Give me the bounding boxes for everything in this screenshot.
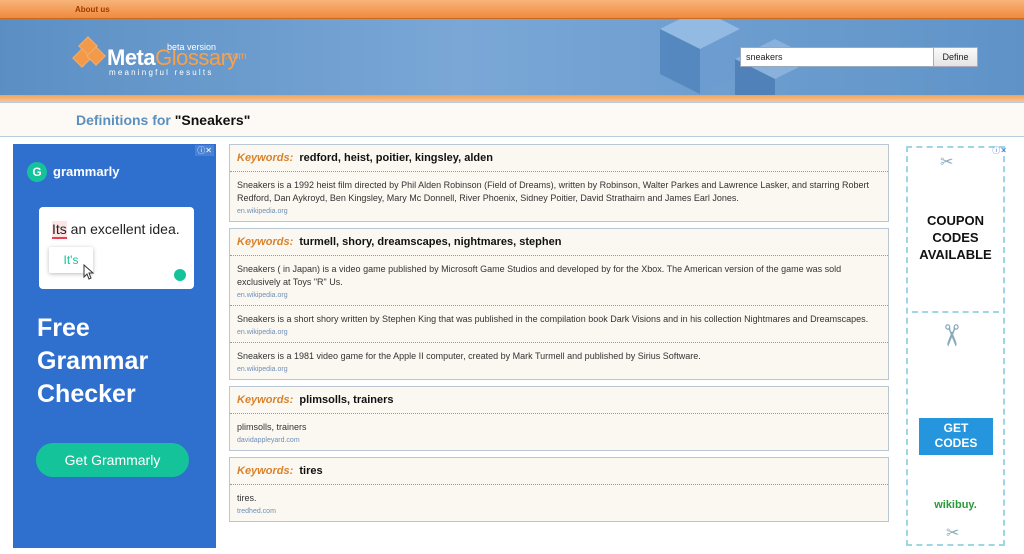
scissors-icon: ✂ xyxy=(934,322,968,349)
grammarly-ad[interactable]: ⓘ✕ G grammarly Its an excellent idea. It… xyxy=(13,144,216,548)
definition-text: tires. xyxy=(237,493,257,503)
page-title: Definitions for "Sneakers" xyxy=(76,112,251,128)
wikibuy-logo: wikibuy. xyxy=(934,499,977,511)
definition-text: Sneakers is a 1981 video game for the Ap… xyxy=(237,351,701,361)
definition-card: Keywords: redford, heist, poitier, kings… xyxy=(229,144,889,222)
define-button[interactable]: Define xyxy=(933,47,978,67)
definition-entry: plimsolls, trainers davidappleyard.com xyxy=(230,414,888,450)
ad-demo-sentence: Its an excellent idea. xyxy=(52,221,180,239)
keywords-row: Keywords: tires xyxy=(230,458,888,485)
about-us-link[interactable]: About us xyxy=(75,5,110,14)
scissors-icon: ✂ xyxy=(940,154,954,171)
definitions-heading: Definitions for "Sneakers" xyxy=(0,102,1024,137)
source-link[interactable]: davidappleyard.com xyxy=(237,437,881,444)
site-logo[interactable]: MetaGlossary beta version .com meaningfu… xyxy=(72,36,255,77)
get-codes-button[interactable]: GET CODES xyxy=(919,418,993,455)
definition-text: Sneakers is a short shory written by Ste… xyxy=(237,314,869,324)
header-divider xyxy=(0,95,1024,102)
source-link[interactable]: tredhed.com xyxy=(237,508,881,515)
definition-text: Sneakers is a 1992 heist film directed b… xyxy=(237,180,869,203)
source-link[interactable]: en.wikipedia.org xyxy=(237,366,881,373)
site-header: MetaGlossary beta version .com meaningfu… xyxy=(0,19,1024,95)
source-link[interactable]: en.wikipedia.org xyxy=(237,292,881,299)
keywords-row: Keywords: plimsolls, trainers xyxy=(230,387,888,414)
ad-brand: grammarly xyxy=(53,164,120,179)
search-form: Define xyxy=(740,47,978,67)
definition-text: Sneakers ( in Japan) is a video game pub… xyxy=(237,264,842,287)
logo-tagline: meaningful results xyxy=(109,68,214,77)
search-term: "Sneakers" xyxy=(174,112,251,128)
logo-beta: beta version xyxy=(167,42,217,52)
source-link[interactable]: en.wikipedia.org xyxy=(237,329,881,336)
adchoices-icon[interactable]: ⓘ✕ xyxy=(992,145,1007,156)
grammarly-logo-icon: G xyxy=(27,162,47,182)
keywords-row: Keywords: redford, heist, poitier, kings… xyxy=(230,145,888,172)
get-grammarly-button[interactable]: Get Grammarly xyxy=(36,443,189,477)
wikibuy-ad[interactable]: ⓘ✕ ✂ COUPON CODES AVAILABLE ✂ GET CODES … xyxy=(906,145,1007,546)
logo-com: .com xyxy=(225,51,247,62)
cursor-icon xyxy=(83,264,95,280)
coupon-text: COUPON CODES AVAILABLE xyxy=(919,213,992,262)
ad-demo-card: Its an excellent idea. It's xyxy=(39,207,194,289)
definitions-list: Keywords: redford, heist, poitier, kings… xyxy=(229,144,889,554)
definition-entry: Sneakers is a 1981 video game for the Ap… xyxy=(230,343,888,379)
ad-headline: Free Grammar Checker xyxy=(37,314,149,408)
top-bar: About us xyxy=(0,0,1024,19)
adchoices-icon[interactable]: ⓘ✕ xyxy=(195,145,214,156)
definition-entry: Sneakers is a 1992 heist film directed b… xyxy=(230,172,888,221)
definition-card: Keywords: tires tires. tredhed.com xyxy=(229,457,889,522)
source-link[interactable]: en.wikipedia.org xyxy=(237,208,881,215)
definition-entry: Sneakers ( in Japan) is a video game pub… xyxy=(230,256,888,306)
keywords-row: Keywords: turmell, shory, dreamscapes, n… xyxy=(230,229,888,256)
definition-entry: tires. tredhed.com xyxy=(230,485,888,521)
definition-card: Keywords: turmell, shory, dreamscapes, n… xyxy=(229,228,889,380)
definition-entry: Sneakers is a short shory written by Ste… xyxy=(230,306,888,343)
definition-card: Keywords: plimsolls, trainers plimsolls,… xyxy=(229,386,889,451)
grammarly-badge-icon xyxy=(174,269,186,281)
dashed-divider xyxy=(912,311,999,313)
definition-text: plimsolls, trainers xyxy=(237,422,307,432)
search-input[interactable] xyxy=(740,47,934,67)
scissors-icon: ✂ xyxy=(946,525,960,542)
